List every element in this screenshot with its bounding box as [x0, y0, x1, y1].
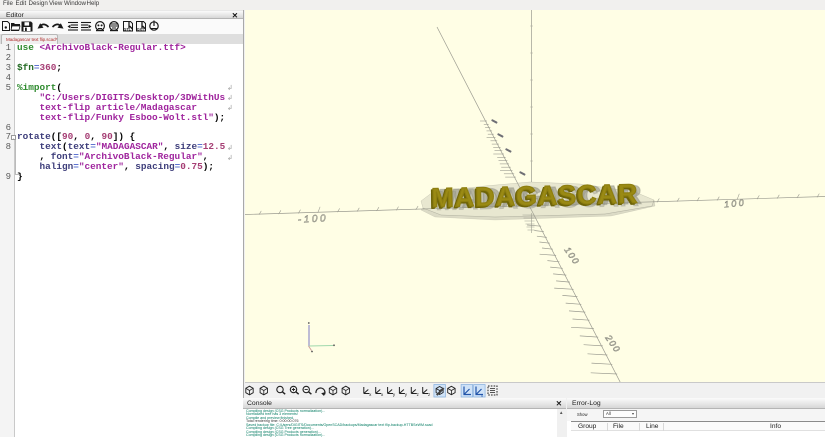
svg-text:x: x — [369, 392, 372, 397]
svg-text:100: 100 — [562, 245, 581, 267]
svg-text:STL: STL — [124, 27, 132, 31]
svg-text:-100: -100 — [298, 213, 329, 226]
svg-text:y: y — [405, 392, 408, 397]
svg-text:200: 200 — [603, 332, 623, 355]
svg-text:z: z — [428, 392, 431, 397]
svg-text:OXT: OXT — [137, 27, 145, 31]
svg-text:z: z — [417, 392, 420, 397]
svg-text:y: y — [393, 392, 396, 397]
svg-text:x: x — [381, 392, 384, 397]
svg-text:100: 100 — [723, 197, 746, 209]
